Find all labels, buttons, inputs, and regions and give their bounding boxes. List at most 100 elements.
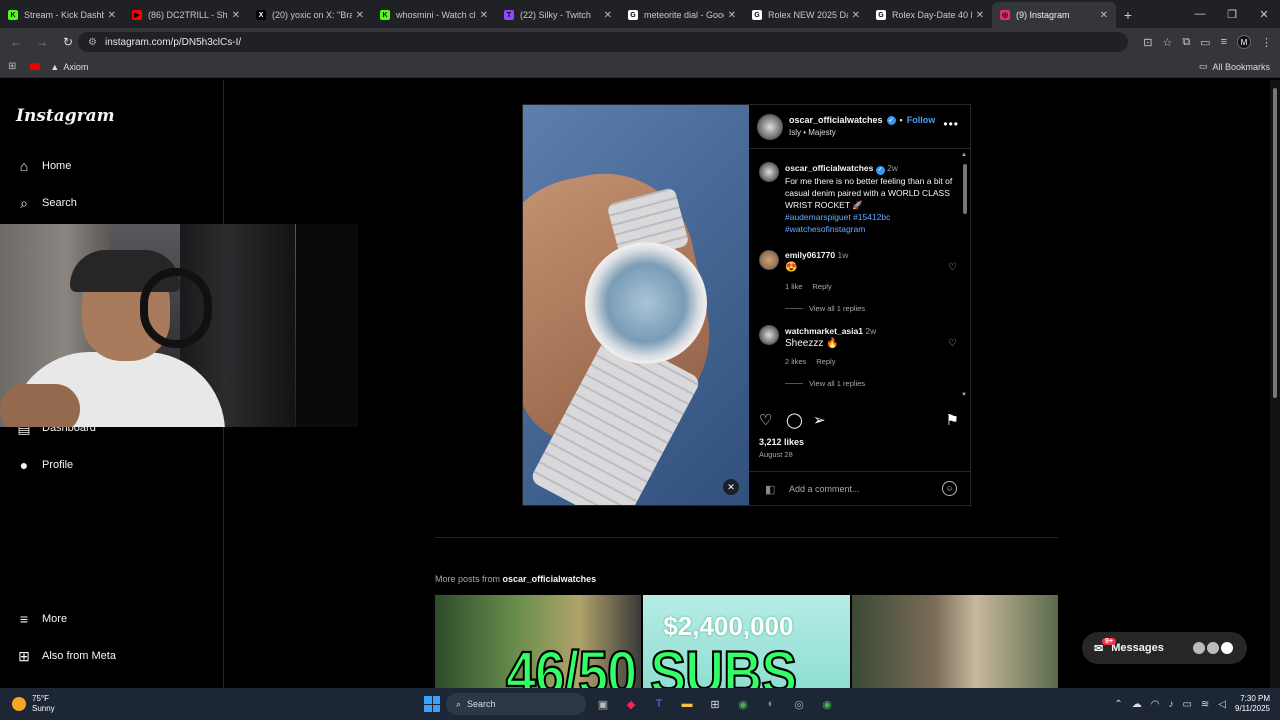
discord-icon[interactable]: ◐ (760, 693, 782, 715)
chrome-icon[interactable]: ◉ (732, 693, 754, 715)
new-tab-button[interactable]: + (1116, 2, 1140, 28)
sidebar-item-profile[interactable]: ● Profile (16, 457, 73, 473)
post-video[interactable]: ✕ (523, 105, 749, 505)
scroll-down-icon[interactable]: ▼ (961, 392, 967, 398)
file-explorer-icon[interactable]: ▬ (676, 693, 698, 715)
task-view-icon[interactable]: ▣ (592, 693, 614, 715)
comment-avatar[interactable] (759, 250, 779, 270)
page-scroll-thumb[interactable] (1273, 88, 1277, 398)
tab-close-icon[interactable]: ✕ (976, 10, 984, 21)
bookmark-star-icon[interactable]: ☆ (1162, 36, 1172, 49)
like-comment-icon[interactable]: ♡ (948, 338, 957, 349)
follow-button[interactable]: Follow (907, 115, 936, 125)
wifi-icon[interactable]: ≋ (1201, 699, 1209, 710)
instagram-logo[interactable]: Instagram (16, 106, 115, 126)
media-icon[interactable]: ≡ (1221, 36, 1227, 48)
comment-input[interactable] (789, 482, 929, 496)
tab-close-icon[interactable]: ✕ (108, 10, 116, 21)
hashtag[interactable]: #watchesofinstagram (785, 224, 865, 234)
caption-avatar[interactable] (759, 162, 779, 182)
comment-likes[interactable]: 2 likes (785, 357, 806, 366)
browser-tab[interactable]: ◎ (9) Instagram ✕ (992, 2, 1116, 28)
browser-tab[interactable]: ▶ (86) DC2TRILL - She W ✕ (124, 2, 248, 28)
sidebar-item-home[interactable]: ⌂ Home (16, 158, 72, 174)
obs-icon[interactable]: ◎ (788, 693, 810, 715)
close-window-icon[interactable]: ✕ (1248, 0, 1280, 28)
reply-button[interactable]: Reply (813, 282, 832, 291)
youtube-icon[interactable] (30, 63, 41, 70)
minimize-icon[interactable]: — (1184, 0, 1216, 28)
mic-icon[interactable]: ♪ (1168, 699, 1173, 710)
weather-widget[interactable]: 75°F Sunny (12, 694, 55, 714)
reload-button[interactable]: ↻ (56, 30, 80, 54)
taskbar-search[interactable]: ⌕ Search (446, 693, 586, 715)
comment-username[interactable]: emily061770 1w (785, 250, 848, 260)
network-icon[interactable]: ◠ (1151, 699, 1160, 710)
comment-icon[interactable]: ◯ (786, 411, 803, 429)
more-posts-username[interactable]: oscar_officialwatches (503, 574, 597, 584)
emoji-icon[interactable]: ☺ (942, 481, 957, 496)
windows-start-icon[interactable] (424, 696, 440, 712)
back-button[interactable]: ← (4, 30, 28, 54)
browser-tab[interactable]: Gmeteorite dial - Goog ✕ (620, 2, 744, 28)
tab-close-icon[interactable]: ✕ (232, 10, 240, 21)
caption-username[interactable]: oscar_officialwatches (785, 163, 873, 173)
bookmark-axiom[interactable]: ▲ Axiom (50, 62, 88, 72)
onedrive-icon[interactable]: ☁ (1132, 699, 1142, 710)
author-avatar[interactable] (757, 114, 783, 140)
hashtag[interactable]: #audemarspiguet (785, 212, 851, 222)
address-bar[interactable]: ⚙ instagram.com/p/DN5h3clCs-I/ (78, 32, 1128, 52)
comment-avatar[interactable] (759, 325, 779, 345)
view-replies-button[interactable]: View all 1 replies (785, 304, 865, 313)
hashtag[interactable]: #15412bc (853, 212, 890, 222)
chrome-profile-icon[interactable]: ◉ (816, 693, 838, 715)
volume-icon[interactable]: ◁ (1218, 699, 1226, 710)
messages-button[interactable]: ✉ 9+ Messages (1082, 632, 1247, 664)
extensions-icon[interactable]: ⧉ (1182, 36, 1190, 49)
reply-button[interactable]: Reply (816, 357, 835, 366)
copilot-icon[interactable]: ◆ (620, 693, 642, 715)
tab-close-icon[interactable]: ✕ (604, 10, 612, 21)
view-replies-button[interactable]: View all 1 replies (785, 379, 865, 388)
comment-username[interactable]: watchmarket_asia1 2w (785, 326, 876, 336)
mute-icon[interactable]: ✕ (723, 479, 739, 495)
browser-tab[interactable]: K Stream - Kick Dashbo ✕ (0, 2, 124, 28)
browser-tab[interactable]: Kwhosmini - Watch clip ✕ (372, 2, 496, 28)
browser-menu-icon[interactable]: ⋮ (1261, 36, 1272, 49)
like-comment-icon[interactable]: ♡ (948, 262, 957, 273)
audio-track[interactable]: Isly • Majesty (789, 128, 836, 137)
clock[interactable]: 7:30 PM 9/11/2025 (1235, 694, 1270, 714)
forward-button[interactable]: → (30, 30, 54, 54)
like-icon[interactable]: ♡ (759, 411, 772, 429)
author-username[interactable]: oscar_officialwatches (789, 115, 883, 125)
site-info-icon[interactable]: ⚙ (88, 37, 97, 48)
teams-icon[interactable]: T (648, 693, 670, 715)
save-icon[interactable]: ⚑ (946, 411, 959, 429)
sidepanel-icon[interactable]: ▭ (1200, 36, 1210, 49)
sidebar-item-more[interactable]: ≡ More (16, 611, 67, 627)
tab-close-icon[interactable]: ✕ (356, 10, 364, 21)
sidebar-item-search[interactable]: ⌕ Search (16, 195, 77, 211)
likes-count[interactable]: 3,212 likes (759, 437, 804, 447)
maximize-icon[interactable]: ❐ (1216, 0, 1248, 28)
comment-likes[interactable]: 1 like (785, 282, 803, 291)
install-app-icon[interactable]: ⊡ (1143, 36, 1152, 49)
share-icon[interactable]: ➢ (813, 411, 826, 429)
browser-tab[interactable]: G Rolex NEW 2025 Day ✕ (744, 2, 868, 28)
tab-close-icon[interactable]: ✕ (1100, 10, 1108, 21)
browser-tab[interactable]: T (22) Silky - Twitch ✕ (496, 2, 620, 28)
tray-overflow-icon[interactable]: ⌃ (1114, 699, 1122, 710)
display-icon[interactable]: ▭ (1182, 699, 1191, 710)
scroll-up-icon[interactable]: ▲ (961, 152, 967, 158)
apps-grid-icon[interactable]: ⊞ (8, 61, 16, 72)
post-thumbnail[interactable] (851, 595, 1058, 688)
browser-tab[interactable]: G Rolex Day-Date 40 M ✕ (868, 2, 992, 28)
store-icon[interactable]: ⊞ (704, 693, 726, 715)
more-options-icon[interactable]: ••• (943, 117, 959, 131)
comments-scrollbar[interactable]: ▲ ▼ (961, 152, 969, 398)
tab-close-icon[interactable]: ✕ (728, 10, 736, 21)
sidebar-item-also-from-meta[interactable]: ⊞ Also from Meta (16, 648, 116, 664)
comments-scroll-thumb[interactable] (963, 164, 967, 214)
browser-tab[interactable]: X (20) yoxic on X: "Brad ✕ (248, 2, 372, 28)
all-bookmarks[interactable]: ▭ All Bookmarks (1199, 61, 1270, 72)
